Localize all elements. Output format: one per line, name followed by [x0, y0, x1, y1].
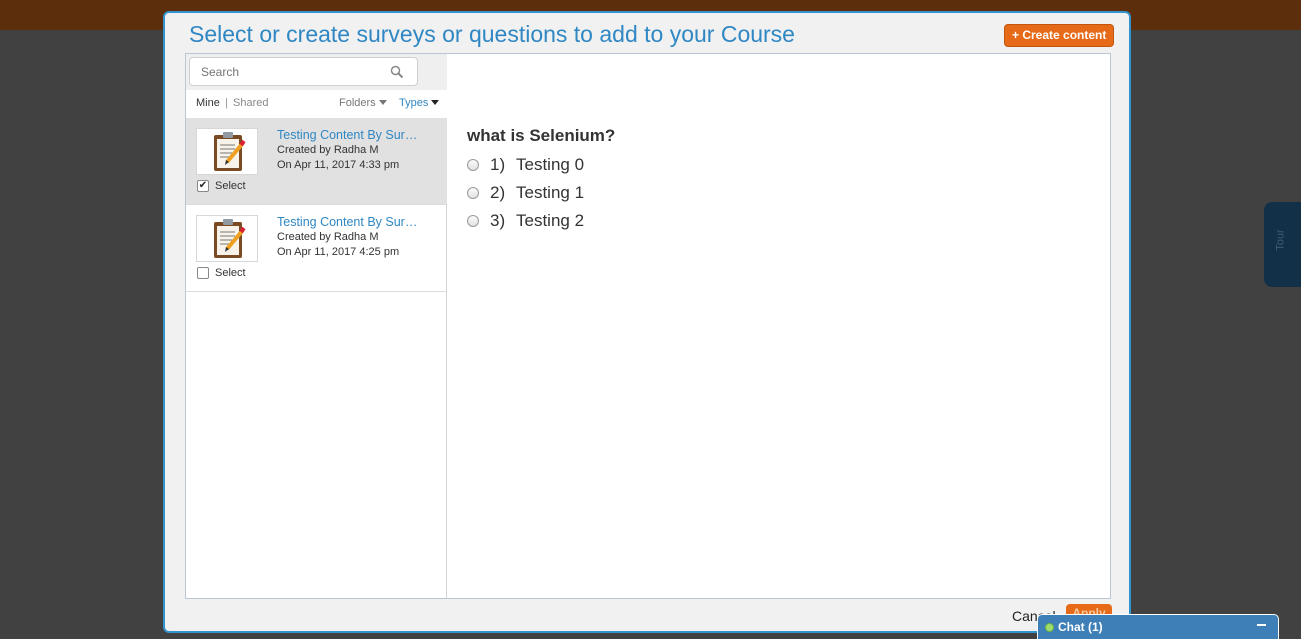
- created-by-text: Created by Radha M: [277, 231, 379, 243]
- search-bar: [186, 54, 447, 90]
- option-radio[interactable]: [467, 159, 479, 171]
- types-label: Types: [399, 97, 429, 109]
- select-checkbox[interactable]: [197, 267, 209, 279]
- search-input[interactable]: [201, 65, 381, 79]
- survey-thumbnail: [196, 128, 258, 175]
- option-radio[interactable]: [467, 215, 479, 227]
- tour-label: Tour: [1274, 229, 1287, 251]
- content-title-link[interactable]: Testing Content By Sur…: [277, 215, 432, 229]
- select-label[interactable]: Select: [215, 180, 246, 192]
- option-text: Testing 0: [516, 155, 585, 174]
- question-text: what is Selenium?: [467, 126, 616, 145]
- create-content-button[interactable]: + Create content: [1004, 24, 1115, 47]
- chevron-down-icon: [431, 100, 440, 105]
- clipboard-pencil-icon: [214, 132, 246, 171]
- folders-dropdown[interactable]: Folders: [339, 97, 387, 109]
- minimize-icon[interactable]: [1257, 624, 1266, 626]
- tour-tab[interactable]: Tour: [1264, 202, 1301, 287]
- filter-bar: Mine | Shared Folders Types: [186, 90, 447, 118]
- content-list-pane: Mine | Shared Folders Types: [186, 54, 447, 598]
- option-text: Testing 1: [516, 183, 585, 202]
- search-icon[interactable]: [390, 65, 404, 79]
- select-checkbox[interactable]: ✔: [197, 180, 209, 192]
- option-number: 1): [490, 155, 506, 174]
- content-list-item[interactable]: Testing Content By Sur… Created by Radha…: [186, 118, 447, 205]
- folders-label: Folders: [339, 97, 376, 109]
- option-number: 3): [490, 211, 506, 230]
- search-box: [189, 57, 418, 86]
- chat-widget[interactable]: Chat (1): [1037, 614, 1279, 639]
- select-label[interactable]: Select: [215, 267, 246, 279]
- survey-thumbnail: [196, 215, 258, 262]
- online-status-icon: [1045, 623, 1054, 632]
- content-panel: Mine | Shared Folders Types: [185, 53, 1111, 599]
- created-date-text: On Apr 11, 2017 4:33 pm: [277, 159, 400, 171]
- filter-shared-tab[interactable]: Shared: [233, 97, 268, 109]
- content-list-item[interactable]: Testing Content By Sur… Created by Radha…: [186, 205, 447, 292]
- chevron-down-icon: [378, 100, 387, 105]
- option-text: Testing 2: [516, 211, 585, 230]
- created-date-text: On Apr 11, 2017 4:25 pm: [277, 246, 400, 258]
- preview-pane: what is Selenium? 1) Testing 0 2) Testin…: [448, 54, 1110, 598]
- content-title-link[interactable]: Testing Content By Sur…: [277, 128, 432, 142]
- filter-separator: |: [225, 97, 228, 109]
- filter-mine-tab[interactable]: Mine: [196, 97, 220, 109]
- created-by-text: Created by Radha M: [277, 144, 379, 156]
- select-content-dialog: Select or create surveys or questions to…: [163, 11, 1131, 633]
- option-radio[interactable]: [467, 187, 479, 199]
- chat-label: Chat (1): [1058, 620, 1103, 634]
- option-number: 2): [490, 183, 506, 202]
- dialog-title: Select or create surveys or questions to…: [189, 21, 795, 47]
- clipboard-pencil-icon: [214, 219, 246, 258]
- types-dropdown[interactable]: Types: [399, 97, 440, 109]
